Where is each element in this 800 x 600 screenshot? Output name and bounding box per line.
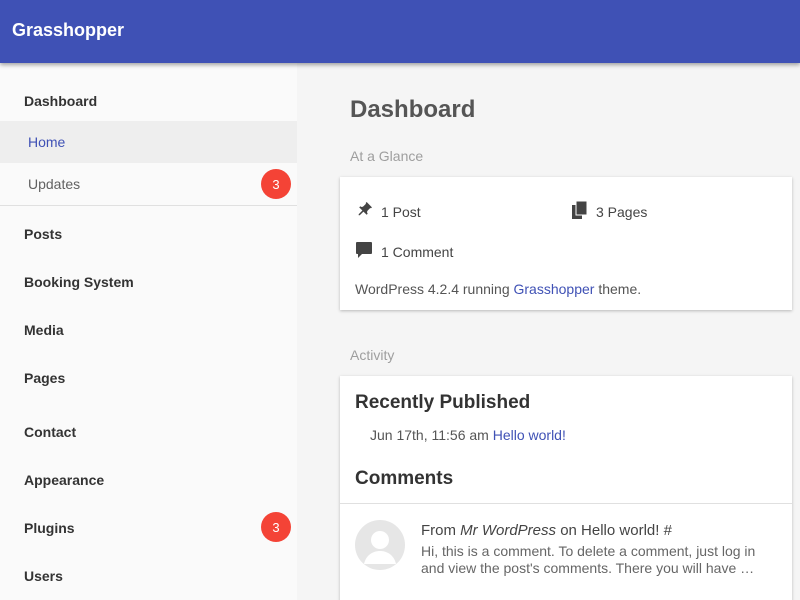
wordpress-version-text: WordPress 4.2.4 running bbox=[355, 281, 510, 297]
activity-label: Activity bbox=[350, 347, 395, 363]
pushpin-icon bbox=[355, 201, 381, 222]
at-a-glance-label: At a Glance bbox=[350, 148, 424, 164]
publish-date: Jun 17th, 11:56 am bbox=[370, 427, 489, 443]
comment-author[interactable]: Mr WordPress bbox=[460, 522, 556, 539]
plugins-count-badge: 3 bbox=[261, 512, 291, 542]
comment-meta: From Mr WordPress on Hello world! # bbox=[421, 522, 672, 539]
sidebar-item-appearance[interactable]: Appearance bbox=[24, 472, 104, 488]
published-post-link[interactable]: Hello world! bbox=[493, 427, 566, 443]
page-title: Dashboard bbox=[350, 96, 476, 123]
sidebar-subitem-updates[interactable]: Updates 3 bbox=[0, 163, 297, 205]
sidebar-item-posts[interactable]: Posts bbox=[24, 226, 62, 242]
comment-excerpt: Hi, this is a comment. To delete a comme… bbox=[421, 543, 756, 576]
glance-posts: 1 Post bbox=[355, 201, 421, 222]
sidebar-item-dashboard[interactable]: Dashboard bbox=[24, 93, 97, 109]
pages-icon bbox=[572, 200, 596, 222]
sidebar-divider bbox=[0, 205, 297, 206]
comment-permalink[interactable]: # bbox=[664, 522, 672, 539]
sidebar: Dashboard Home Updates 3 Posts Booking S… bbox=[0, 63, 297, 600]
posts-count-link[interactable]: 1 Post bbox=[381, 204, 421, 220]
sidebar-subitem-home[interactable]: Home bbox=[0, 121, 297, 163]
pages-count-link[interactable]: 3 Pages bbox=[596, 204, 647, 220]
sidebar-item-plugins[interactable]: Plugins bbox=[24, 520, 75, 536]
comment-icon bbox=[355, 241, 381, 262]
recently-published-item: Jun 17th, 11:56 am Hello world! bbox=[370, 427, 566, 443]
comments-divider bbox=[340, 503, 792, 504]
glance-comments: 1 Comment bbox=[355, 241, 453, 262]
comment-on-text: on bbox=[560, 522, 577, 539]
sidebar-item-contact[interactable]: Contact bbox=[24, 424, 76, 440]
glance-pages: 3 Pages bbox=[572, 200, 647, 222]
sidebar-item-booking-system[interactable]: Booking System bbox=[24, 274, 134, 290]
comments-heading: Comments bbox=[355, 468, 454, 489]
site-title[interactable]: Grasshopper bbox=[12, 20, 124, 41]
sidebar-subitem-label: Home bbox=[28, 134, 66, 150]
comment-post-link[interactable]: Hello world! bbox=[581, 522, 659, 539]
sidebar-item-pages[interactable]: Pages bbox=[24, 370, 65, 386]
updates-count-badge: 3 bbox=[261, 169, 291, 199]
at-a-glance-card: 1 Post 3 Pages 1 Comment WordPress 4.2.4… bbox=[340, 177, 792, 310]
recently-published-heading: Recently Published bbox=[355, 392, 531, 413]
comment-from-prefix: From bbox=[421, 522, 456, 539]
comments-count-link[interactable]: 1 Comment bbox=[381, 244, 453, 260]
top-app-bar: Grasshopper bbox=[0, 0, 800, 63]
activity-card: Recently Published Jun 17th, 11:56 am He… bbox=[340, 376, 792, 600]
default-avatar-icon bbox=[355, 520, 405, 570]
wordpress-version-line: WordPress 4.2.4 running Grasshopper them… bbox=[355, 281, 641, 297]
theme-link[interactable]: Grasshopper bbox=[514, 281, 595, 297]
theme-suffix-text: theme. bbox=[598, 281, 642, 297]
sidebar-item-users[interactable]: Users bbox=[24, 568, 63, 584]
sidebar-item-media[interactable]: Media bbox=[24, 322, 64, 338]
sidebar-subitem-label: Updates bbox=[28, 176, 81, 192]
